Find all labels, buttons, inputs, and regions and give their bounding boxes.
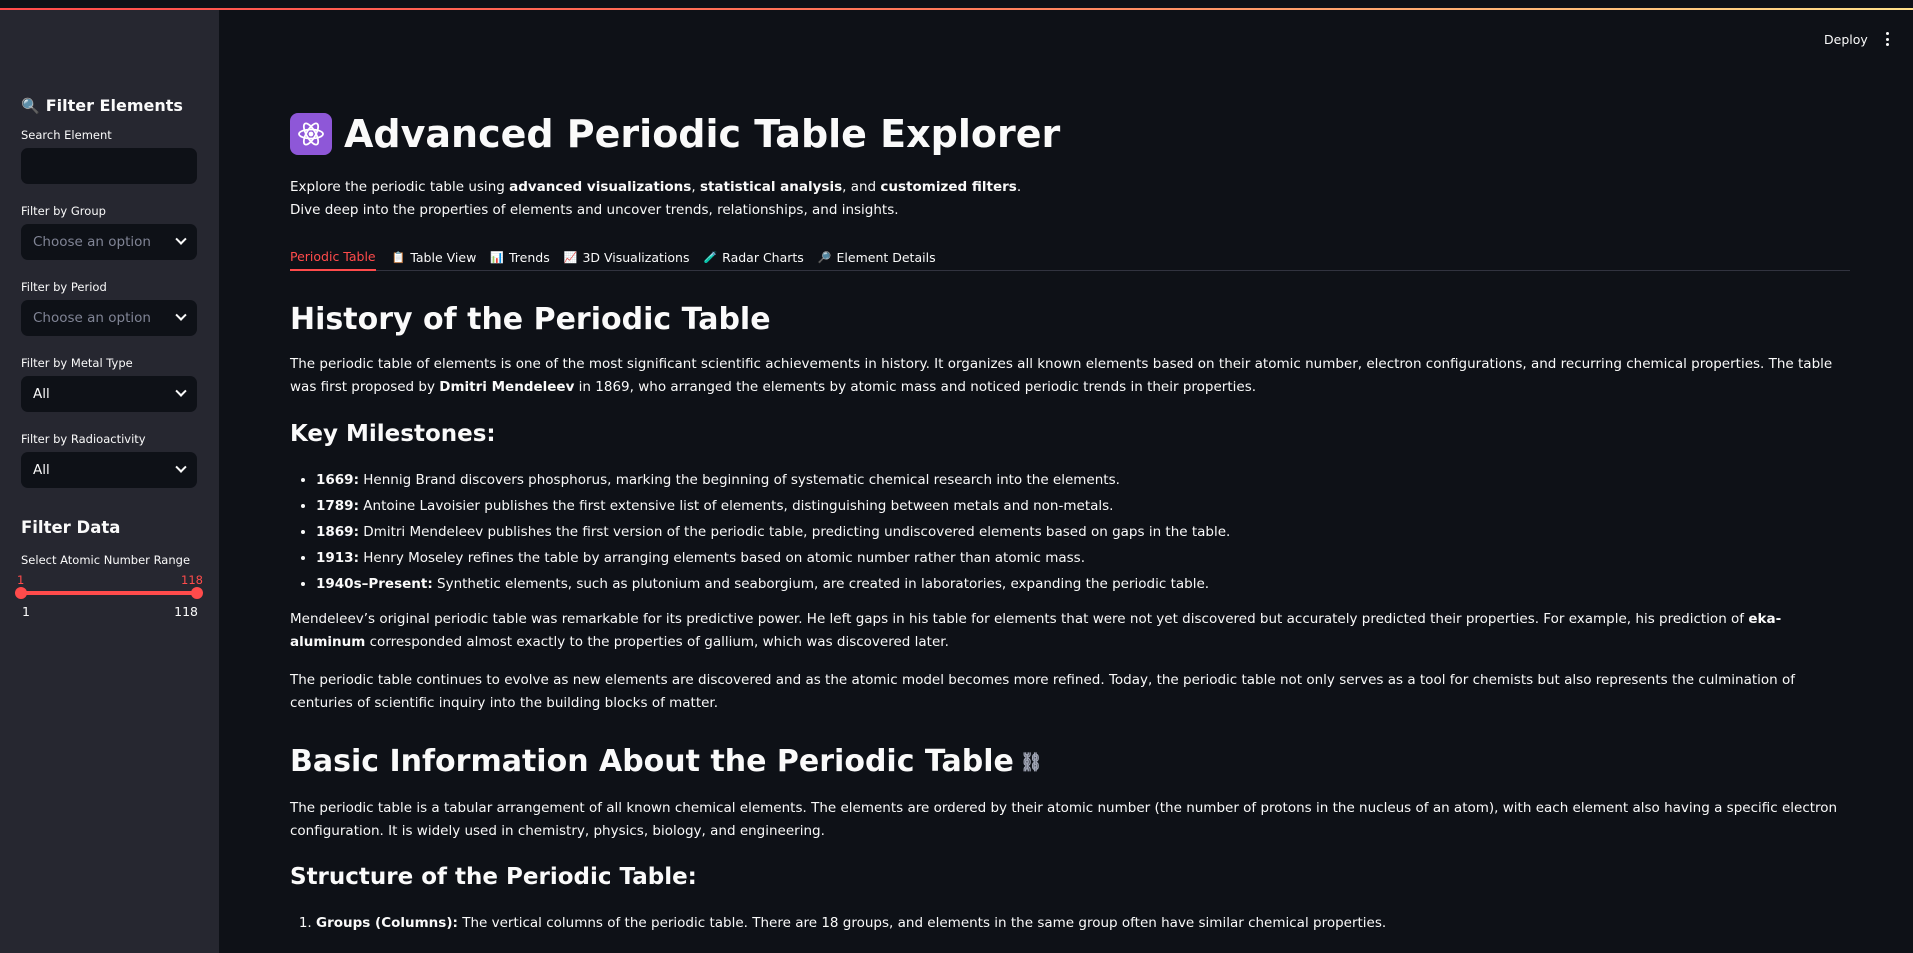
- history-paragraph: The periodic table of elements is one of…: [290, 356, 1833, 395]
- radioactivity-filter-value: All: [33, 462, 50, 478]
- range-min-label: 1: [22, 604, 30, 619]
- tab-radar-charts[interactable]: 🧪 Radar Charts: [703, 244, 817, 270]
- history-heading: History of the Periodic Table: [290, 302, 771, 337]
- period-filter-select[interactable]: Choose an option: [21, 300, 197, 336]
- basic-info-heading: Basic Information About the Periodic Tab…: [290, 744, 1043, 779]
- deploy-button[interactable]: Deploy: [1824, 32, 1868, 47]
- group-filter-label: Filter by Group: [21, 204, 106, 218]
- mendeleev-paragraph: Mendeleev’s original periodic table was …: [290, 611, 1782, 650]
- list-item: 1789: Antoine Lavoisier publishes the fi…: [316, 493, 1230, 519]
- tab-label: Table View: [410, 249, 477, 265]
- tab-label: Radar Charts: [722, 249, 804, 265]
- chevron-down-icon: [175, 233, 187, 245]
- intro-text: Explore the periodic table using advance…: [290, 176, 1021, 222]
- filter-data-heading: Filter Data: [21, 518, 121, 537]
- search-label: Search Element: [21, 128, 112, 142]
- tab-label: Trends: [509, 249, 550, 265]
- sidebar-title: 🔍 Filter Elements: [21, 96, 198, 115]
- range-slider-low-handle[interactable]: [15, 587, 27, 599]
- range-slider-high-handle[interactable]: [191, 587, 203, 599]
- atom-icon: [290, 113, 332, 155]
- search-icon: 🔍: [21, 96, 40, 115]
- tab-bar: Periodic Table 📋 Table View 📊 Trends 📈 3…: [290, 244, 1850, 271]
- intro-line-1: Explore the periodic table using advance…: [290, 179, 1022, 195]
- tab-label: 3D Visualizations: [582, 249, 690, 265]
- chevron-down-icon: [175, 461, 187, 473]
- period-filter-placeholder: Choose an option: [33, 310, 151, 326]
- sidebar-title-text: Filter Elements: [45, 96, 183, 115]
- group-filter-select[interactable]: Choose an option: [21, 224, 197, 260]
- tab-periodic-table[interactable]: Periodic Table: [290, 244, 376, 271]
- group-filter-placeholder: Choose an option: [33, 234, 151, 250]
- kebab-menu-icon[interactable]: [1883, 32, 1891, 46]
- metal-filter-label: Filter by Metal Type: [21, 356, 133, 370]
- metal-filter-select[interactable]: All: [21, 376, 197, 412]
- range-high-value: 118: [181, 573, 203, 587]
- range-slider-label: Select Atomic Number Range: [21, 553, 191, 567]
- range-low-value: 1: [17, 573, 25, 587]
- page-title-text: Advanced Periodic Table Explorer: [344, 112, 1061, 156]
- milestones-list: 1669: Hennig Brand discovers phosphorus,…: [316, 467, 1230, 597]
- list-item: 1669: Hennig Brand discovers phosphorus,…: [316, 467, 1230, 493]
- milestones-heading: Key Milestones:: [290, 421, 496, 447]
- tab-trends[interactable]: 📊 Trends: [490, 244, 563, 270]
- magnifier-icon: 🔎: [817, 250, 832, 264]
- basic-info-paragraph: The periodic table is a tabular arrangem…: [290, 800, 1838, 839]
- line-chart-icon: 📈: [563, 250, 578, 264]
- tab-label: Periodic Table: [290, 249, 376, 264]
- range-slider-bounds: 1 118: [21, 604, 198, 620]
- intro-line-2: Dive deep into the properties of element…: [290, 202, 899, 218]
- chevron-down-icon: [175, 309, 187, 321]
- range-slider-track[interactable]: [15, 587, 203, 599]
- tab-3d-visualizations[interactable]: 📈 3D Visualizations: [564, 244, 704, 270]
- top-strip: [0, 0, 1913, 8]
- sidebar: 🔍 Filter Elements Search Element Filter …: [0, 10, 219, 953]
- tab-table-view[interactable]: 📋 Table View: [392, 244, 491, 270]
- range-slider-values: 1 118: [17, 573, 203, 589]
- radioactivity-filter-label: Filter by Radioactivity: [21, 432, 146, 446]
- chevron-down-icon: [175, 385, 187, 397]
- basic-info-heading-text: Basic Information About the Periodic Tab…: [290, 744, 1014, 779]
- period-filter-label: Filter by Period: [21, 280, 107, 294]
- bar-chart-icon: 📊: [490, 250, 504, 264]
- list-item: Groups (Columns): The vertical columns o…: [316, 910, 1386, 936]
- structure-heading: Structure of the Periodic Table:: [290, 864, 697, 890]
- search-input[interactable]: [21, 148, 197, 184]
- list-item: 1913: Henry Moseley refines the table by…: [316, 545, 1230, 571]
- list-item: 1869: Dmitri Mendeleev publishes the fir…: [316, 519, 1230, 545]
- structure-list: Groups (Columns): The vertical columns o…: [316, 910, 1386, 936]
- tab-element-details[interactable]: 🔎 Element Details: [818, 244, 950, 270]
- evolve-paragraph: The periodic table continues to evolve a…: [290, 672, 1796, 711]
- page-title: Advanced Periodic Table Explorer: [290, 112, 1060, 156]
- range-max-label: 118: [174, 604, 198, 619]
- radioactivity-filter-select[interactable]: All: [21, 452, 197, 488]
- link-icon[interactable]: ⛓: [1020, 752, 1043, 773]
- test-tube-icon: 🧪: [703, 250, 718, 264]
- list-item: 1940s–Present: Synthetic elements, such …: [316, 571, 1230, 597]
- clipboard-icon: 📋: [391, 250, 406, 264]
- tab-label: Element Details: [836, 249, 936, 265]
- metal-filter-value: All: [33, 386, 50, 402]
- decoration-bar: [0, 8, 1913, 10]
